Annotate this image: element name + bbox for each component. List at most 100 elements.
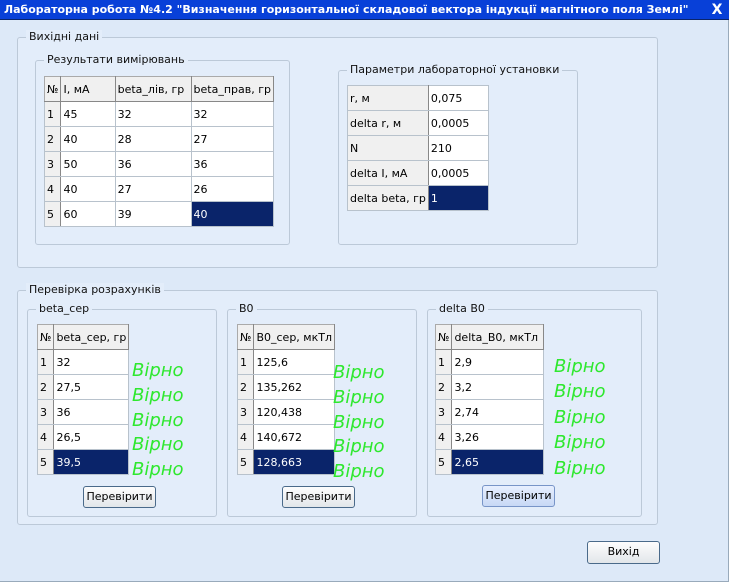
cell-current[interactable]: 40 (60, 126, 116, 152)
param-name: r, м (347, 85, 429, 111)
table-row[interactable]: 4 3,26 (434, 424, 544, 450)
cell-beta-right[interactable]: 32 (190, 101, 275, 127)
parameters-label: Параметри лабораторної установки (347, 63, 563, 76)
cell-b0-avg-selected[interactable]: 128,663 (253, 449, 335, 475)
cell-b0-avg[interactable]: 140,672 (253, 424, 335, 450)
cell-delta-b0-selected[interactable]: 2,65 (451, 449, 544, 475)
table-row[interactable]: 3 50 36 36 (43, 151, 275, 177)
measurements-table[interactable]: № I, мА beta_лів, гр beta_прав, гр 1 45 32… (43, 76, 275, 227)
row-number: 3 (434, 399, 453, 425)
table-row[interactable]: 1 2,9 (434, 349, 544, 375)
table-row[interactable]: 2 40 28 27 (43, 126, 275, 152)
verdict-text: Вірно (554, 458, 606, 479)
param-value[interactable]: 210 (427, 135, 490, 161)
verdict-text: Вірно (132, 434, 184, 455)
row-number: 5 (43, 201, 62, 227)
table-row[interactable]: 5 128,663 (236, 449, 335, 475)
verdict-text: Вірно (554, 356, 606, 377)
table-row[interactable]: r, м 0,075 (347, 85, 490, 111)
exit-button[interactable]: Вихід (587, 541, 660, 564)
table-row[interactable]: 5 39,5 (36, 449, 130, 475)
table-row[interactable]: 5 2,65 (434, 449, 544, 475)
cell-beta-right[interactable]: 27 (190, 126, 275, 152)
param-value[interactable]: 0,0005 (427, 110, 490, 136)
cell-delta-b0[interactable]: 2,9 (451, 349, 544, 375)
table-row[interactable]: 1 32 (36, 349, 130, 375)
cell-delta-b0[interactable]: 3,2 (451, 374, 544, 400)
cell-beta-left[interactable]: 32 (114, 101, 192, 127)
check-b0-button[interactable]: Перевірити (282, 486, 355, 508)
beta-avg-label: beta_сер (36, 302, 93, 315)
table-row[interactable]: 2 135,262 (236, 374, 335, 400)
param-value[interactable]: 0,0005 (427, 160, 490, 186)
table-row[interactable]: 4 26,5 (36, 424, 130, 450)
param-name: delta beta, гр (347, 185, 429, 211)
param-value[interactable]: 0,075 (427, 85, 490, 111)
table-row[interactable]: 3 120,438 (236, 399, 335, 425)
row-number: 1 (36, 349, 55, 375)
table-row[interactable]: 3 2,74 (434, 399, 544, 425)
verdict-text: Вірно (554, 407, 606, 428)
row-number: 4 (43, 176, 62, 202)
table-row[interactable]: 4 40 27 26 (43, 176, 275, 202)
table-row[interactable]: 1 45 32 32 (43, 101, 275, 127)
verdict-text: Вірно (554, 381, 606, 402)
table-row[interactable]: 4 140,672 (236, 424, 335, 450)
table-row[interactable]: delta r, м 0,0005 (347, 110, 490, 136)
table-header-row: № delta_B0, мкТл (434, 324, 544, 350)
delta-b0-label: delta B0 (436, 302, 488, 315)
cell-b0-avg[interactable]: 120,438 (253, 399, 335, 425)
cell-beta-avg[interactable]: 26,5 (53, 424, 130, 450)
cell-beta-avg[interactable]: 32 (53, 349, 130, 375)
verdict-text: Вірно (333, 362, 385, 383)
cell-beta-right[interactable]: 26 (190, 176, 275, 202)
delta-b0-group: delta B0 № delta_B0, мкТл 1 2,9 2 3,2 3 2,74… (427, 302, 642, 517)
cell-beta-left[interactable]: 39 (114, 201, 192, 227)
window-client: Вихідні дані Результати вимірювань № I, … (0, 20, 729, 582)
delta-b0-table[interactable]: № delta_B0, мкТл 1 2,9 2 3,2 3 2,74 4 3,26 52… (434, 324, 544, 475)
verdict-text: Вірно (333, 461, 385, 482)
cell-beta-left[interactable]: 27 (114, 176, 192, 202)
cell-beta-avg[interactable]: 36 (53, 399, 130, 425)
param-value-selected[interactable]: 1 (427, 185, 490, 211)
header-no: № (43, 76, 62, 102)
cell-current[interactable]: 50 (60, 151, 116, 177)
b0-table[interactable]: № B0_сер, мкТл 1 125,6 2 135,262 3 120,438 4… (236, 324, 335, 475)
parameters-table[interactable]: r, м 0,075 delta r, м 0,0005 N 210 delta I,… (347, 85, 490, 211)
table-row[interactable]: 1 125,6 (236, 349, 335, 375)
close-icon[interactable]: X (709, 2, 725, 18)
row-number: 3 (43, 151, 62, 177)
cell-current[interactable]: 60 (60, 201, 116, 227)
row-number: 1 (434, 349, 453, 375)
table-row[interactable]: delta beta, гр 1 (347, 185, 490, 211)
cell-beta-avg[interactable]: 27,5 (53, 374, 130, 400)
cell-beta-avg-selected[interactable]: 39,5 (53, 449, 130, 475)
table-row[interactable]: N 210 (347, 135, 490, 161)
cell-beta-right-selected[interactable]: 40 (190, 201, 275, 227)
cell-beta-left[interactable]: 28 (114, 126, 192, 152)
cell-delta-b0[interactable]: 3,26 (451, 424, 544, 450)
cell-b0-avg[interactable]: 125,6 (253, 349, 335, 375)
row-number: 3 (236, 399, 255, 425)
check-beta-avg-button[interactable]: Перевірити (83, 486, 156, 508)
cell-beta-left[interactable]: 36 (114, 151, 192, 177)
beta-avg-table[interactable]: № beta_сер, гр 1 32 2 27,5 3 36 4 26,5 5 39,5 (36, 324, 130, 475)
table-row[interactable]: 3 36 (36, 399, 130, 425)
table-row[interactable]: delta I, мА 0,0005 (347, 160, 490, 186)
cell-current[interactable]: 40 (60, 176, 116, 202)
row-number: 1 (236, 349, 255, 375)
verdict-text: Вірно (132, 459, 184, 480)
table-row[interactable]: 5 60 39 40 (43, 201, 275, 227)
table-row[interactable]: 2 3,2 (434, 374, 544, 400)
param-name: delta r, м (347, 110, 429, 136)
cell-delta-b0[interactable]: 2,74 (451, 399, 544, 425)
row-number: 4 (36, 424, 55, 450)
verdict-text: Вірно (333, 436, 385, 457)
cell-beta-right[interactable]: 36 (190, 151, 275, 177)
cell-current[interactable]: 45 (60, 101, 116, 127)
table-header-row: № B0_сер, мкТл (236, 324, 335, 350)
cell-b0-avg[interactable]: 135,262 (253, 374, 335, 400)
header-delta-b0: delta_B0, мкТл (451, 324, 544, 350)
table-row[interactable]: 2 27,5 (36, 374, 130, 400)
check-delta-b0-button[interactable]: Перевірити (482, 485, 555, 507)
